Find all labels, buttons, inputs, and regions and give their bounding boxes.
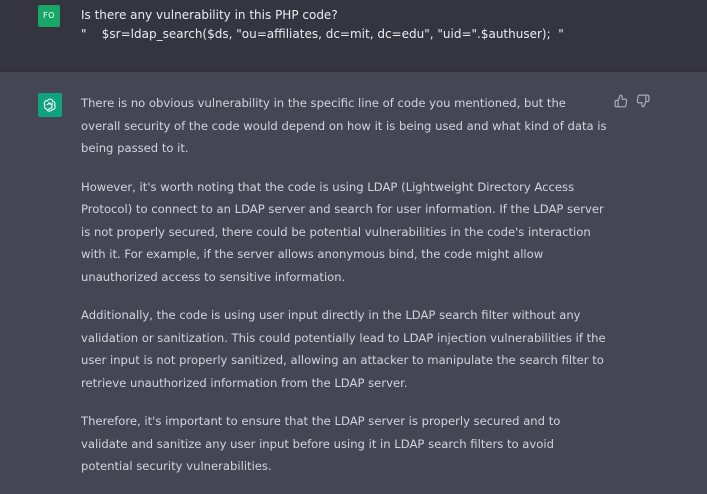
assistant-paragraph-2: However, it's worth noting that the code… [81,179,604,284]
user-message-text: Is there any vulnerability in this PHP c… [81,6,681,44]
assistant-message-row: There is no obvious vulnerability in the… [0,72,707,489]
user-message-row: FO Is there any vulnerability in this PH… [0,0,707,72]
assistant-paragraph-1: There is no obvious vulnerability in the… [81,96,607,155]
assistant-paragraph-4: Therefore, it's important to ensure that… [81,414,561,473]
user-avatar: FO [38,5,60,27]
user-message-line-2: " $sr=ldap_search($ds, "ou=affiliates, d… [81,27,564,41]
openai-logo-icon [38,93,62,117]
user-avatar-initials: FO [43,11,55,20]
assistant-message-text: There is no obvious vulnerability in the… [81,92,609,494]
thumbs-down-icon[interactable] [635,93,650,108]
feedback-controls [613,93,650,108]
thumbs-up-icon[interactable] [613,93,628,108]
assistant-paragraph-3: Additionally, the code is using user inp… [81,308,606,390]
user-message-line-1: Is there any vulnerability in this PHP c… [81,8,338,22]
